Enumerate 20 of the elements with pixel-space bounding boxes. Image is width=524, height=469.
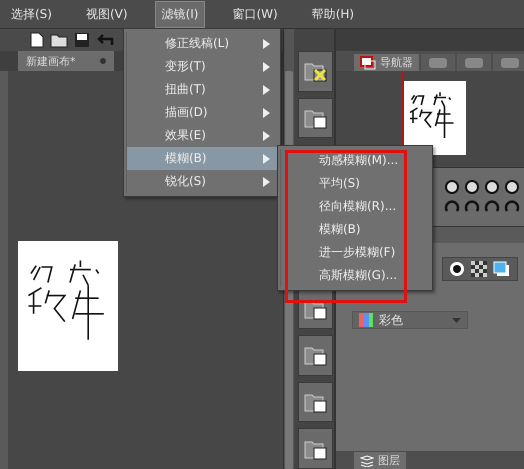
menu-entry[interactable]: 变形(T) (126, 55, 278, 78)
menu-entry[interactable]: 扭曲(T) (126, 78, 278, 101)
menu-entry[interactable]: 模糊(B) (126, 147, 278, 170)
menu-entry[interactable]: 进一步模糊(F) (280, 241, 430, 264)
menu-entry[interactable]: 平均(S) (280, 172, 430, 195)
menu-item[interactable]: 帮助(H) (304, 0, 362, 28)
menu-item[interactable]: 视图(V) (78, 0, 135, 28)
menu-entry[interactable]: 径向模糊(R)... (280, 195, 430, 218)
menu-entry[interactable]: 动感模糊(M)... (280, 149, 430, 172)
menu-entry[interactable]: 高斯模糊(G)... (280, 264, 430, 287)
layer-tab[interactable]: 图层 (354, 452, 406, 469)
navigator-tab[interactable]: 导航器 (354, 54, 419, 71)
menu-entry[interactable]: 修正线稿(L) (126, 32, 278, 55)
document-tab[interactable]: 新建画布* (18, 51, 114, 71)
menu-item[interactable]: 窗口(W) (225, 0, 285, 28)
menu-entry[interactable]: 描画(D) (126, 101, 278, 124)
color-mode-dropdown[interactable]: 彩色 (352, 311, 468, 329)
menu-entry[interactable]: 模糊(B) (280, 218, 430, 241)
menu-item[interactable]: 滤镜(I) (154, 0, 206, 28)
menu-item[interactable]: 选择(S) (4, 0, 59, 28)
